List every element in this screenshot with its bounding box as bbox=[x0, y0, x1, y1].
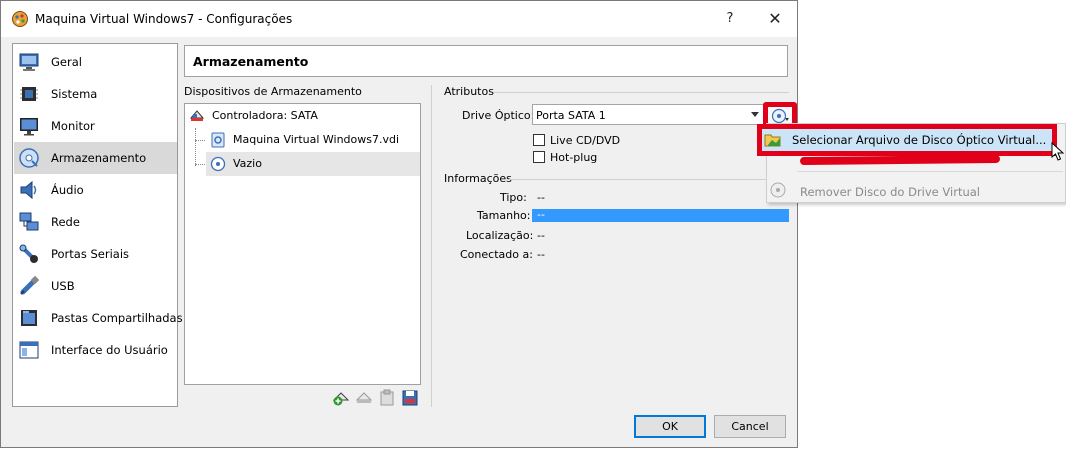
menu-item-label: Remover Disco do Drive Virtual bbox=[800, 185, 980, 199]
title-bar: Maquina Virtual Windows7 - Configurações… bbox=[1, 1, 797, 37]
tree-row-vdi[interactable]: Maquina Virtual Windows7.vdi bbox=[206, 128, 420, 152]
help-button[interactable]: ? bbox=[716, 7, 744, 31]
info-type-value: -- bbox=[537, 191, 545, 204]
tree-connector bbox=[195, 140, 205, 141]
drive-label: Drive Óptico: bbox=[462, 109, 535, 122]
optical-disc-icon bbox=[771, 108, 789, 124]
live-cd-label: Live CD/DVD bbox=[550, 134, 621, 147]
hotplug-label: Hot-plug bbox=[550, 151, 598, 164]
remove-disc-icon bbox=[770, 182, 786, 198]
remove-controller-icon[interactable] bbox=[355, 389, 373, 407]
sidebar-item-label: Armazenamento bbox=[51, 151, 147, 165]
info-location-value: -- bbox=[537, 229, 545, 242]
hotplug-checkbox[interactable] bbox=[533, 151, 545, 163]
info-divider bbox=[509, 179, 789, 180]
sidebar-item-pastas-compartilhadas[interactable]: Pastas Compartilhadas bbox=[14, 302, 183, 334]
storage-tree: Controladora: SATA Maquina Virtual Windo… bbox=[184, 103, 421, 385]
storage-icon bbox=[19, 148, 39, 168]
serial-port-icon bbox=[19, 244, 38, 263]
info-connected-label: Conectado a: bbox=[460, 248, 533, 261]
menu-item-remove-disc[interactable]: Remover Disco do Drive Virtual bbox=[767, 179, 1065, 205]
device-label: Vazio bbox=[233, 157, 262, 170]
storage-devices-label: Dispositivos de Armazenamento bbox=[184, 85, 362, 98]
live-cd-checkbox[interactable] bbox=[533, 134, 545, 146]
sidebar-item-label: Áudio bbox=[51, 183, 84, 197]
sidebar-item-rede[interactable]: Rede bbox=[14, 206, 177, 238]
optical-disc-icon bbox=[210, 156, 226, 172]
chevron-down-icon bbox=[751, 112, 759, 117]
controller-icon bbox=[189, 110, 205, 121]
cancel-button[interactable]: Cancel bbox=[714, 415, 786, 438]
speaker-icon bbox=[20, 180, 37, 200]
usb-icon bbox=[20, 275, 40, 295]
tree-connector bbox=[195, 164, 205, 165]
ok-button[interactable]: OK bbox=[634, 415, 706, 438]
sidebar-item-label: Interface do Usuário bbox=[51, 343, 168, 357]
display-icon bbox=[20, 118, 38, 136]
drive-select[interactable]: Porta SATA 1 bbox=[532, 104, 764, 125]
sidebar-item-label: Rede bbox=[51, 215, 80, 229]
chip-icon bbox=[20, 87, 38, 101]
sidebar-item-label: Sistema bbox=[51, 87, 98, 101]
network-icon bbox=[19, 212, 39, 231]
settings-sidebar: Geral Sistema Monitor Armazenamento Áudi… bbox=[12, 43, 183, 407]
tree-row-empty-optical[interactable]: Vazio bbox=[206, 152, 420, 176]
section-header: Armazenamento bbox=[184, 45, 788, 77]
panel-divider bbox=[431, 85, 432, 407]
info-connected-value: -- bbox=[537, 248, 545, 261]
virtualbox-icon bbox=[12, 11, 28, 27]
controller-label: Controladora: SATA bbox=[212, 109, 318, 122]
sidebar-item-sistema[interactable]: Sistema bbox=[14, 78, 177, 110]
tree-connector bbox=[195, 128, 196, 166]
info-size-value: -- bbox=[537, 208, 545, 221]
sidebar-item-interface-do-usuario[interactable]: Interface do Usuário bbox=[14, 334, 177, 366]
add-attachment-icon[interactable] bbox=[378, 389, 396, 407]
menu-separator bbox=[797, 171, 1063, 172]
sidebar-item-label: Monitor bbox=[51, 119, 95, 133]
hard-disk-icon bbox=[211, 132, 225, 148]
info-label: Informações bbox=[444, 172, 512, 185]
sidebar-item-label: Geral bbox=[51, 55, 82, 69]
sidebar-item-armazenamento[interactable]: Armazenamento bbox=[14, 142, 177, 174]
sidebar-item-audio[interactable]: Áudio bbox=[14, 174, 177, 206]
mouse-cursor-icon bbox=[1051, 142, 1065, 161]
attributes-divider bbox=[494, 92, 789, 93]
info-type-label: Tipo: bbox=[500, 191, 527, 204]
sidebar-item-geral[interactable]: Geral bbox=[14, 46, 177, 78]
remove-attachment-icon[interactable] bbox=[401, 389, 419, 407]
add-controller-icon[interactable] bbox=[332, 389, 350, 407]
sidebar-item-label: Portas Seriais bbox=[51, 247, 130, 261]
menu-item-select-optical-file[interactable]: Selecionar Arquivo de Disco Óptico Virtu… bbox=[757, 124, 1057, 156]
info-size-label: Tamanho: bbox=[477, 209, 531, 222]
drive-select-value: Porta SATA 1 bbox=[536, 109, 606, 122]
attributes-label: Atributos bbox=[444, 85, 494, 98]
device-label: Maquina Virtual Windows7.vdi bbox=[233, 133, 400, 146]
settings-dialog: Maquina Virtual Windows7 - Configurações… bbox=[0, 0, 798, 448]
sidebar-item-usb[interactable]: USB bbox=[14, 270, 177, 302]
info-location-label: Localização: bbox=[466, 229, 534, 242]
tree-row-controller[interactable]: Controladora: SATA bbox=[185, 104, 420, 128]
ui-window-icon bbox=[19, 341, 39, 359]
sidebar-item-portas-seriais[interactable]: Portas Seriais bbox=[14, 238, 177, 270]
folder-open-icon bbox=[764, 134, 781, 147]
window-title: Maquina Virtual Windows7 - Configurações bbox=[35, 12, 293, 26]
info-size-highlight: -- bbox=[532, 208, 789, 222]
page-title: Armazenamento bbox=[193, 54, 309, 69]
shared-folder-icon bbox=[21, 310, 37, 326]
menu-item-label: Selecionar Arquivo de Disco Óptico Virtu… bbox=[792, 133, 1047, 147]
close-button[interactable]: ✕ bbox=[761, 7, 789, 31]
sidebar-item-monitor[interactable]: Monitor bbox=[14, 110, 177, 142]
sidebar-item-label: USB bbox=[51, 279, 75, 293]
monitor-icon bbox=[19, 53, 39, 71]
sidebar-item-label: Pastas Compartilhadas bbox=[51, 311, 183, 325]
